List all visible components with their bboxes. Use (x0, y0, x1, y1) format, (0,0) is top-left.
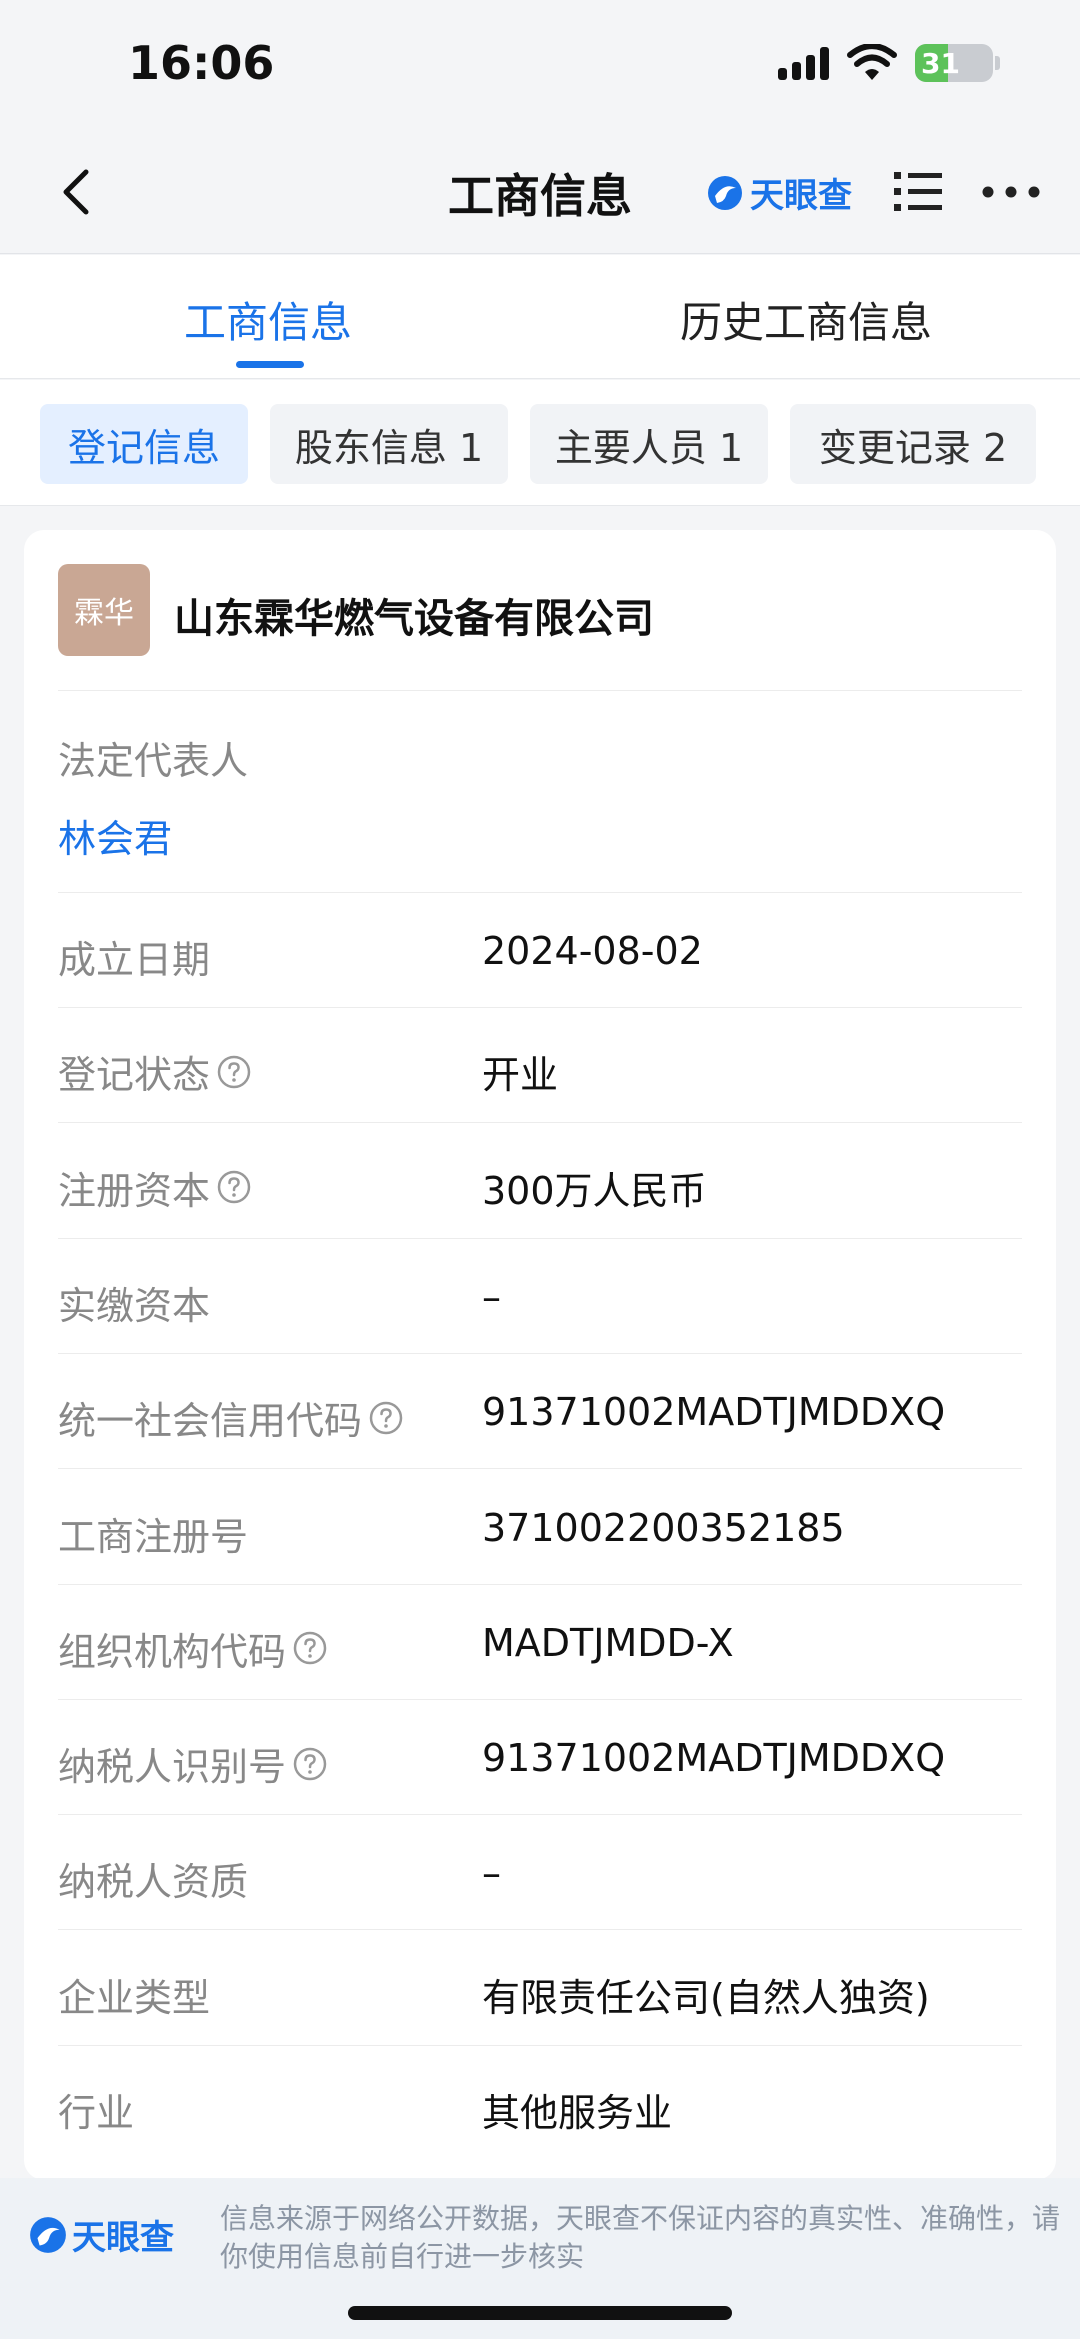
detail-value: 其他服务业 (482, 2091, 673, 2135)
detail-value: 开业 (482, 1053, 559, 1098)
main-tabs: 工商信息 历史工商信息 (0, 255, 1080, 379)
status-bar: 16:06 31 (0, 0, 1080, 130)
tab-business-info[interactable]: 工商信息 (184, 289, 352, 350)
detail-label-text: 实缴资本 (58, 1283, 211, 1328)
tianyancha-logo-icon (708, 175, 742, 210)
help-icon[interactable] (368, 1400, 404, 1436)
detail-label: 组织机构代码 (58, 1621, 328, 1676)
tab-indicator (236, 361, 304, 368)
detail-value: 91371002MADTJMDDXQ (482, 1390, 946, 1435)
detail-label-text: 行业 (58, 2091, 135, 2135)
footer: 天眼查 信息来源于网络公开数据，天眼查不保证内容的真实性、准确性，请你使用信息前… (0, 2178, 1080, 2339)
status-time: 16:06 (128, 36, 275, 90)
brand-logo: 天眼查 (706, 168, 852, 217)
detail-value: – (482, 1851, 501, 1896)
home-indicator (348, 2306, 732, 2320)
legal-rep-link[interactable]: 林会君 (58, 808, 172, 863)
detail-row: 组织机构代码 MADTJMDD-X (58, 1585, 1022, 1700)
more-icon[interactable] (980, 166, 1042, 218)
company-name: 山东霖华燃气设备有限公司 (174, 596, 654, 642)
detail-label: 纳税人识别号 (58, 1736, 328, 1791)
chip-shareholder-info[interactable]: 股东信息 1 (270, 404, 508, 484)
cellular-signal-icon (778, 46, 829, 80)
detail-label: 行业 (58, 2082, 134, 2137)
help-icon[interactable] (216, 1169, 252, 1205)
footer-brand: 天眼查 (28, 2210, 174, 2259)
chip-key-personnel[interactable]: 主要人员 1 (530, 404, 768, 484)
detail-row: 实缴资本 – (58, 1239, 1022, 1354)
detail-value: 300万人民币 (482, 1168, 707, 1213)
detail-label: 企业类型 (58, 1967, 210, 2022)
tab-history-business-info[interactable]: 历史工商信息 (680, 289, 932, 350)
detail-value: 91371002MADTJMDDXQ (482, 1736, 946, 1781)
detail-row: 登记状态 开业 (58, 1008, 1022, 1124)
battery-icon: 31 (915, 44, 993, 82)
detail-row: 统一社会信用代码 91371002MADTJMDDXQ (58, 1354, 1022, 1470)
tianyancha-logo-icon (30, 2216, 66, 2253)
detail-label-text: 登记状态 (58, 1053, 211, 1098)
chip-change-records[interactable]: 变更记录 2 (790, 404, 1036, 484)
detail-label: 统一社会信用代码 (58, 1390, 404, 1445)
detail-label-text: 企业类型 (58, 1975, 211, 2020)
list-icon[interactable] (892, 166, 944, 218)
wifi-icon (847, 44, 897, 80)
detail-row: 纳税人资质 – (58, 1815, 1022, 1931)
detail-label-text: 注册资本 (58, 1168, 211, 1213)
detail-label: 实缴资本 (58, 1275, 210, 1330)
detail-value: – (482, 1274, 501, 1319)
footer-brand-name: 天眼查 (72, 2218, 174, 2258)
detail-row: 成立日期 2024-08-02 (58, 893, 1022, 1008)
detail-label: 纳税人资质 (58, 1851, 248, 1906)
legal-rep-label: 法定代表人 (58, 739, 249, 783)
help-icon[interactable] (292, 1630, 328, 1666)
detail-value: 371002200352185 (482, 1505, 845, 1550)
detail-label: 登记状态 (58, 1044, 252, 1099)
detail-row: 工商注册号 371002200352185 (58, 1470, 1022, 1585)
detail-row: 注册资本 300万人民币 (58, 1124, 1022, 1239)
registration-card: 霖华 山东霖华燃气设备有限公司 法定代表人 林会君 成立日期 2024-08-02… (24, 530, 1056, 2180)
detail-label-text: 工商注册号 (58, 1514, 249, 1559)
detail-value: 有限责任公司(自然人独资) (482, 1975, 930, 2020)
status-icons: 31 (778, 44, 1000, 82)
detail-label: 成立日期 (58, 929, 210, 984)
detail-label-text: 统一社会信用代码 (58, 1399, 363, 1444)
detail-label-text: 组织机构代码 (58, 1629, 287, 1674)
detail-row: 纳税人识别号 91371002MADTJMDDXQ (58, 1700, 1022, 1816)
help-icon[interactable] (216, 1054, 252, 1090)
detail-label: 工商注册号 (58, 1506, 248, 1561)
disclaimer-text: 信息来源于网络公开数据，天眼查不保证内容的真实性、准确性，请你使用信息前自行进一… (220, 2202, 1061, 2273)
detail-row: 行业 其他服务业 (58, 2046, 1022, 2161)
battery-level: 31 (921, 47, 960, 80)
detail-label-text: 纳税人资质 (58, 1860, 249, 1905)
divider (58, 690, 1022, 691)
detail-row: 企业类型 有限责任公司(自然人独资) (58, 1931, 1022, 2046)
company-logo: 霖华 (58, 564, 150, 656)
detail-label-text: 纳税人识别号 (58, 1745, 287, 1790)
detail-value: MADTJMDD-X (482, 1620, 734, 1665)
detail-label-text: 成立日期 (58, 938, 211, 982)
brand-name: 天眼查 (750, 176, 852, 216)
help-icon[interactable] (292, 1746, 328, 1782)
detail-value: 2024-08-02 (482, 929, 703, 973)
chip-registration-info[interactable]: 登记信息 (40, 404, 248, 484)
sub-tabs: 登记信息 股东信息 1 主要人员 1 变更记录 2 (0, 380, 1080, 506)
battery-tip (995, 56, 1000, 70)
nav-bar: 工商信息 天眼查 (0, 130, 1080, 254)
detail-label: 注册资本 (58, 1160, 252, 1215)
